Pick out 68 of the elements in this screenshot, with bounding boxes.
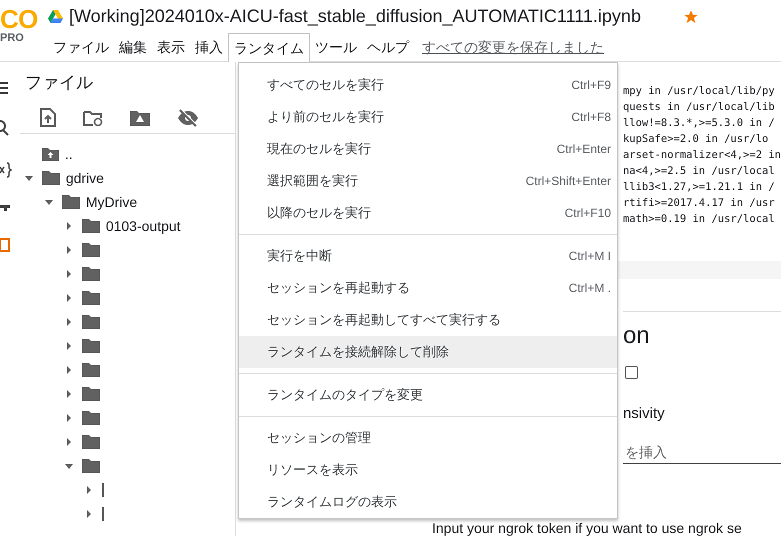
refresh-folder-icon[interactable] xyxy=(82,110,103,126)
file-name[interactable]: 0103-output xyxy=(106,216,181,236)
menu-tab[interactable]: ツール xyxy=(310,33,362,61)
menu-item[interactable]: 以降のセルを実行 Ctrl+F10 xyxy=(239,197,617,229)
folder-icon[interactable] xyxy=(82,267,100,281)
menu-item[interactable]: セッションの管理 xyxy=(239,422,617,454)
folder-icon[interactable] xyxy=(82,243,100,257)
output-line: rtifi>=2017.4.17 in /usr xyxy=(622,196,776,211)
folder-icon[interactable] xyxy=(82,339,100,353)
menu-item[interactable]: 実行を中断 Ctrl+M I xyxy=(239,240,617,272)
file-name[interactable]: MyDrive xyxy=(86,192,138,212)
menu-item[interactable]: リソースを表示 xyxy=(239,454,617,486)
output-line: mpy in /usr/local/lib/py xyxy=(622,84,776,99)
star-icon[interactable] xyxy=(682,8,699,24)
folder-icon[interactable] xyxy=(82,459,100,473)
menu-item[interactable]: ランタイムを接続解除して削除 xyxy=(239,336,617,368)
menu-item[interactable]: ランタイムのタイプを変更 xyxy=(239,379,617,411)
output-line: llow!=8.3.*,>=5.3.0 in / xyxy=(622,116,776,131)
checkbox[interactable] xyxy=(624,366,638,379)
folder-icon[interactable] xyxy=(82,435,100,449)
hide-icon[interactable] xyxy=(176,108,199,126)
bar-icon xyxy=(102,507,104,521)
section-heading: on xyxy=(622,322,650,350)
menu-icon[interactable] xyxy=(0,82,8,94)
folder-icon[interactable] xyxy=(42,171,60,185)
bar-icon xyxy=(102,483,104,497)
menu-item[interactable]: ランタイムログの表示 xyxy=(239,486,617,518)
output-line: kupSafe>=2.0 in /usr/lo xyxy=(622,132,770,147)
folder-icon[interactable] xyxy=(82,291,100,305)
field-label: nsivity xyxy=(622,404,665,424)
notebook-title[interactable]: [Working]2024010x-AICU-fast_stable_diffusion_AUTOMATIC1111.ipynb xyxy=(69,3,641,30)
output-line: llib3<1.27,>=1.21.1 in / xyxy=(622,180,776,195)
menu-item[interactable]: セッションを再起動してすべて実行する xyxy=(239,304,617,336)
menu-tab[interactable]: 編集 xyxy=(114,33,152,61)
menu-tab[interactable]: ヘルプ xyxy=(362,33,414,61)
output-line: arset-normalizer<4,>=2 in xyxy=(622,148,781,163)
file-name[interactable]: .. xyxy=(64,144,73,164)
menu-tab[interactable]: 表示 xyxy=(152,33,190,61)
folder-icon[interactable] xyxy=(82,219,100,233)
menu-item[interactable]: 現在のセルを実行 Ctrl+Enter xyxy=(239,133,617,165)
panel-title: ファイル xyxy=(24,72,93,94)
folder-icon[interactable] xyxy=(82,315,100,329)
menu-tab[interactable]: ファイル xyxy=(48,33,114,61)
folder-icon[interactable] xyxy=(82,411,100,425)
upload-file-icon[interactable] xyxy=(40,108,56,127)
search-icon[interactable] xyxy=(0,120,10,136)
drive-icon[interactable] xyxy=(48,10,63,23)
menu-item[interactable]: 選択範囲を実行 Ctrl+Shift+Enter xyxy=(239,165,617,197)
folder-icon[interactable] xyxy=(82,387,100,401)
menu-item[interactable]: セッションを再起動する Ctrl+M . xyxy=(239,272,617,304)
logo-caption: PRO xyxy=(0,32,24,44)
menu-tab[interactable]: ランタイム xyxy=(228,33,310,62)
folder-icon[interactable] xyxy=(82,363,100,377)
save-status-link[interactable]: すべての変更を保存しました xyxy=(422,36,604,58)
brace-icon[interactable] xyxy=(0,162,12,178)
input-field[interactable]: を挿入 xyxy=(622,442,781,464)
output-line: na<4,>=2.5 in /usr/local xyxy=(622,164,776,179)
file-name[interactable]: gdrive xyxy=(66,168,104,188)
output-line: math>=0.19 in /usr/local xyxy=(622,212,776,227)
menu-tab[interactable]: 挿入 xyxy=(190,33,228,61)
drive-folder-icon[interactable] xyxy=(130,110,150,126)
folder-icon[interactable] xyxy=(62,195,80,209)
parent-folder-icon[interactable] xyxy=(42,148,59,160)
menu-item[interactable]: すべてのセルを実行 Ctrl+F9 xyxy=(239,69,617,101)
note-text: Input your ngrok token if you want to use ngrok se xyxy=(432,520,742,536)
logo-mark: CO xyxy=(0,6,38,32)
output-line: quests in /usr/local/lib xyxy=(622,100,776,115)
menu-item[interactable]: より前のセルを実行 Ctrl+F8 xyxy=(239,101,617,133)
